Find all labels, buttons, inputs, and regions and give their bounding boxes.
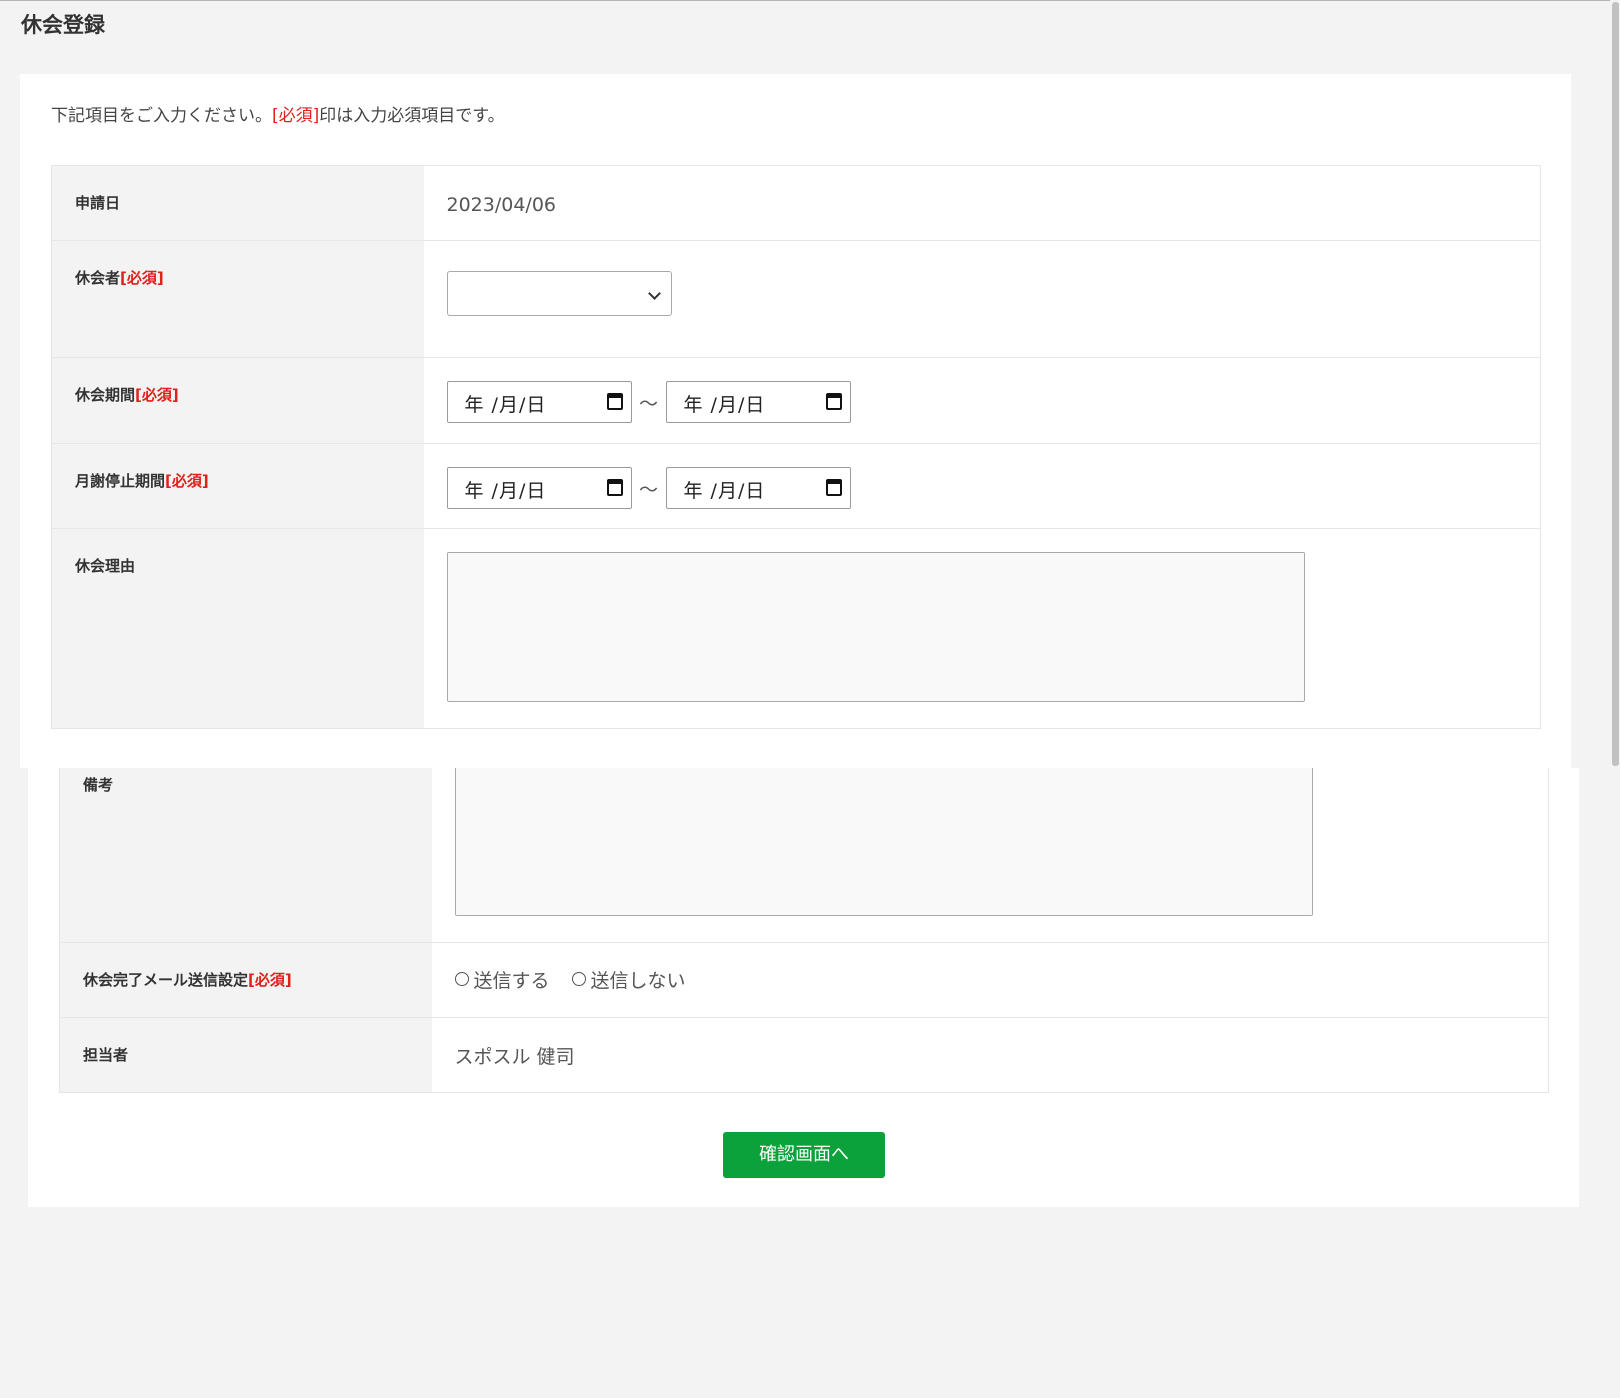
calendar-icon[interactable] [825, 393, 842, 410]
cell-leave-period: 年 /月/日 〜 年 /月/日 [423, 357, 1541, 444]
cell-reason [423, 528, 1541, 729]
required-mark: [必須] [165, 472, 209, 490]
chevron-down-icon [647, 287, 661, 300]
range-separator: 〜 [638, 392, 658, 415]
date-placeholder: 年 /月/日 [683, 480, 766, 502]
form-card-upper: 下記項目をご入力ください。[必須]印は入力必須項目です。 申請日 2023/04… [20, 74, 1571, 768]
fee-stop-period-range: 年 /月/日 〜 年 /月/日 [446, 467, 1541, 509]
staff-value: スポスル 健司 [454, 1045, 575, 1068]
intro-text: 下記項目をご入力ください。[必須]印は入力必須項目です。 [51, 104, 505, 128]
calendar-icon[interactable] [825, 479, 842, 496]
label-remarks: 備考 [59, 768, 432, 943]
member-select[interactable] [446, 271, 672, 316]
intro-text-before: 下記項目をご入力ください。 [51, 106, 272, 126]
leave-period-to-input[interactable]: 年 /月/日 [665, 381, 851, 423]
application-date-value: 2023/04/06 [446, 194, 557, 216]
scrollbar-thumb[interactable] [1612, 2, 1619, 766]
leave-period-from-input[interactable]: 年 /月/日 [446, 381, 632, 423]
row-remarks: 備考 [59, 768, 1549, 943]
label-application-date: 申請日 [51, 165, 424, 241]
row-application-date: 申請日 2023/04/06 [51, 165, 1541, 241]
radio-no-send[interactable] [571, 972, 586, 986]
radio-send-label[interactable]: 送信する [474, 966, 550, 993]
required-mark: [必須] [248, 970, 292, 989]
date-placeholder: 年 /月/日 [683, 394, 766, 416]
row-fee-stop-period: 月謝停止期間[必須] 年 /月/日 〜 年 /月/日 [51, 443, 1541, 529]
fee-stop-to-input[interactable]: 年 /月/日 [665, 467, 851, 509]
label-reason: 休会理由 [51, 528, 424, 729]
calendar-icon[interactable] [606, 479, 623, 496]
fee-stop-from-input[interactable]: 年 /月/日 [446, 467, 632, 509]
row-leave-period: 休会期間[必須] 年 /月/日 〜 年 /月/日 [51, 357, 1541, 444]
intro-required-mark: [必須] [272, 106, 320, 126]
cell-fee-stop-period: 年 /月/日 〜 年 /月/日 [423, 443, 1541, 529]
calendar-icon[interactable] [606, 393, 623, 410]
label-leave-period: 休会期間[必須] [51, 357, 424, 444]
label-member: 休会者[必須] [51, 240, 424, 358]
row-staff: 担当者 スポスル 健司 [59, 1017, 1549, 1093]
date-placeholder: 年 /月/日 [464, 394, 547, 416]
label-staff: 担当者 [59, 1017, 432, 1093]
required-mark: [必須] [135, 386, 179, 404]
cell-remarks [431, 768, 1549, 943]
row-reason: 休会理由 [51, 528, 1541, 729]
row-mail-setting: 休会完了メール送信設定[必須] 送信する 送信しない [59, 942, 1549, 1018]
cell-application-date: 2023/04/06 [423, 165, 1541, 241]
cell-staff: スポスル 健司 [431, 1017, 1549, 1093]
form-card-lower: 備考 休会完了メール送信設定[必須] 送信する 送信しない 担当者 スポスル 健… [28, 768, 1579, 1207]
radio-send[interactable] [454, 972, 469, 986]
confirm-button[interactable]: 確認画面へ [723, 1132, 885, 1178]
intro-text-after: 印は入力必須項目です。 [319, 106, 505, 126]
range-separator: 〜 [638, 478, 658, 501]
radio-no-send-label[interactable]: 送信しない [591, 966, 686, 993]
top-divider [0, 0, 1620, 1]
cell-member [423, 240, 1541, 358]
form-table-upper: 申請日 2023/04/06 休会者[必須] 休会期間[必須] 年 /月/日 〜… [51, 165, 1541, 729]
label-mail-setting: 休会完了メール送信設定[必須] [59, 942, 432, 1018]
row-member: 休会者[必須] [51, 240, 1541, 358]
required-mark: [必須] [120, 269, 164, 287]
mail-setting-options: 送信する 送信しない [454, 966, 1549, 993]
date-placeholder: 年 /月/日 [464, 480, 547, 502]
label-fee-stop-period: 月謝停止期間[必須] [51, 443, 424, 529]
cell-mail-setting: 送信する 送信しない [431, 942, 1549, 1018]
leave-period-range: 年 /月/日 〜 年 /月/日 [446, 381, 1541, 423]
page-title: 休会登録 [21, 13, 105, 37]
reason-textarea[interactable] [446, 552, 1305, 702]
remarks-textarea[interactable] [454, 768, 1313, 916]
form-table-lower: 備考 休会完了メール送信設定[必須] 送信する 送信しない 担当者 スポスル 健… [59, 768, 1549, 1093]
